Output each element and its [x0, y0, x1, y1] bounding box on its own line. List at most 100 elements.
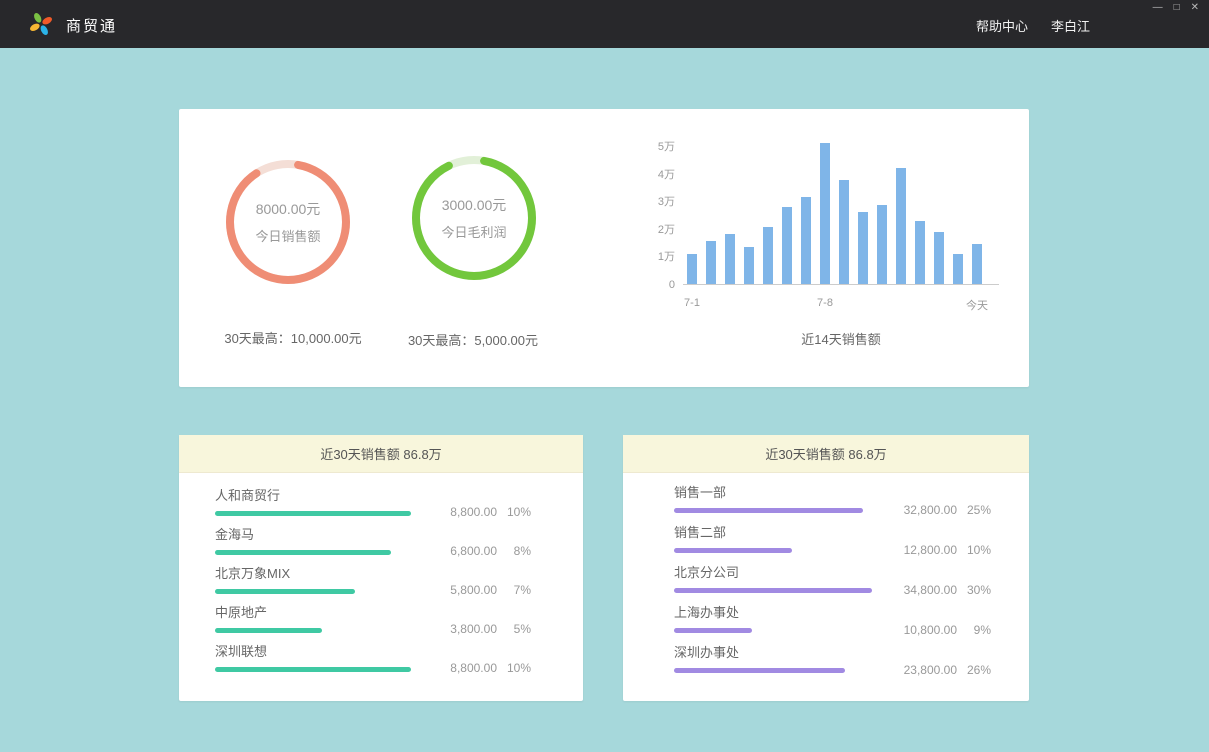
y-tick-label: 4万 — [653, 168, 675, 182]
profit-30day-max: 30天最高：5,000.00元 — [363, 330, 583, 349]
sales-bar — [820, 143, 830, 284]
row-name: 深圳联想 — [215, 644, 531, 660]
y-tick-label: 3万 — [653, 195, 675, 209]
row-percent: 10% — [497, 661, 531, 675]
row-name: 中原地产 — [215, 605, 531, 621]
sales-bar — [782, 207, 792, 284]
sales-row: 深圳办事处 23,800.0026% — [674, 643, 991, 683]
row-amount: 3,800.00 — [417, 622, 497, 636]
row-name: 深圳办事处 — [674, 645, 991, 661]
sales-bar — [744, 247, 754, 284]
window-controls: — □ ✕ — [1153, 2, 1199, 14]
row-bar — [674, 508, 863, 513]
row-name: 北京万象MIX — [215, 566, 531, 582]
today-profit-label: 今日毛利润 — [441, 222, 506, 241]
sales-bar — [858, 212, 868, 284]
row-amount: 12,800.00 — [877, 543, 957, 557]
sales-row: 金海马6,800.008% — [215, 525, 531, 564]
row-percent: 10% — [497, 505, 531, 519]
x-tick-label: 今天 — [966, 297, 988, 313]
row-bar — [674, 628, 752, 633]
row-percent: 5% — [497, 622, 531, 636]
row-bar — [674, 548, 792, 553]
row-bar — [674, 588, 872, 593]
row-amount: 6,800.00 — [417, 544, 497, 558]
sales-row: 中原地产3,800.005% — [215, 603, 531, 642]
row-values: 12,800.0010% — [877, 543, 991, 557]
departments-panel-title: 近30天销售额 86.8万 — [623, 435, 1029, 473]
row-values: 32,800.0025% — [877, 503, 991, 517]
row-amount: 8,800.00 — [417, 661, 497, 675]
row-percent: 30% — [957, 583, 991, 597]
sales-bar — [687, 254, 697, 284]
sales-row: 销售一部 32,800.0025% — [674, 483, 991, 523]
sales-row: 人和商贸行8,800.0010% — [215, 486, 531, 525]
customers-panel-title: 近30天销售额 86.8万 — [179, 435, 583, 473]
titlebar: 商贸通 帮助中心 李白江 — □ ✕ — [0, 0, 1209, 48]
x-tick-label: 7-1 — [684, 297, 700, 309]
row-bar — [215, 589, 355, 594]
sales-bar — [725, 234, 735, 284]
today-profit-value: 3000.00元 — [442, 195, 507, 215]
today-sales-donut: 8000.00元 今日销售额 — [223, 157, 353, 287]
y-tick-label: 1万 — [653, 250, 675, 264]
today-profit-donut: 3000.00元 今日毛利润 — [409, 153, 539, 283]
sales-row: 销售二部 12,800.0010% — [674, 523, 991, 563]
sales-row: 上海办事处 10,800.009% — [674, 603, 991, 643]
row-name: 人和商贸行 — [215, 488, 531, 504]
sales-bar — [801, 197, 811, 284]
x-tick-label: 7-8 — [817, 297, 833, 309]
row-values: 5,800.007% — [417, 583, 531, 597]
row-bar — [215, 628, 322, 633]
customers-panel: 近30天销售额 86.8万 人和商贸行8,800.0010%金海马6,800.0… — [179, 435, 583, 701]
row-bar — [215, 667, 411, 672]
row-name: 金海马 — [215, 527, 531, 543]
row-bar — [674, 668, 845, 673]
row-percent: 25% — [957, 503, 991, 517]
row-percent: 9% — [957, 623, 991, 637]
bar-chart-plot — [683, 139, 999, 285]
sales-row: 北京分公司34,800.0030% — [674, 563, 991, 603]
maximize-icon[interactable]: □ — [1174, 2, 1180, 14]
row-percent: 10% — [957, 543, 991, 557]
sales-bar — [972, 244, 982, 284]
row-amount: 10,800.00 — [877, 623, 957, 637]
sales-row: 深圳联想8,800.0010% — [215, 642, 531, 681]
row-bar — [215, 511, 411, 516]
close-icon[interactable]: ✕ — [1191, 2, 1199, 14]
departments-list: 销售一部 32,800.0025% 销售二部 12,800.0010% 北京分公司34,… — [623, 473, 1029, 683]
today-sales-value: 8000.00元 — [256, 199, 321, 219]
y-tick-label: 0 — [653, 278, 675, 292]
row-values: 3,800.005% — [417, 622, 531, 636]
row-values: 34,800.0030% — [877, 583, 991, 597]
row-amount: 8,800.00 — [417, 505, 497, 519]
row-values: 23,800.0026% — [877, 663, 991, 677]
minimize-icon[interactable]: — — [1153, 2, 1163, 14]
today-sales-label: 今日销售额 — [255, 226, 320, 245]
row-values: 8,800.0010% — [417, 661, 531, 675]
row-values: 10,800.009% — [877, 623, 991, 637]
row-name: 上海办事处 — [674, 605, 991, 621]
y-tick-label: 2万 — [653, 223, 675, 237]
row-values: 8,800.0010% — [417, 505, 531, 519]
sales-14day-chart: 5万4万3万2万1万0 7-17-8今天 近14天销售额 — [653, 139, 1005, 351]
row-amount: 5,800.00 — [417, 583, 497, 597]
sales-bar — [877, 205, 887, 284]
user-menu[interactable]: 李白江 — [1051, 16, 1090, 35]
row-amount: 23,800.00 — [877, 663, 957, 677]
customers-list: 人和商贸行8,800.0010%金海马6,800.008%北京万象MIX5,80… — [179, 473, 583, 681]
help-center-link[interactable]: 帮助中心 — [976, 16, 1028, 35]
row-name: 销售二部 — [674, 525, 991, 541]
row-name: 销售一部 — [674, 485, 991, 501]
sales-bar — [915, 221, 925, 284]
sales-bar — [763, 227, 773, 284]
sales-bar — [896, 168, 906, 284]
sales-bar — [953, 254, 963, 284]
sales-bar — [934, 232, 944, 284]
sales-row: 北京万象MIX5,800.007% — [215, 564, 531, 603]
row-percent: 26% — [957, 663, 991, 677]
y-tick-label: 5万 — [653, 140, 675, 154]
app-logo-icon — [28, 11, 54, 37]
sales-bar — [706, 241, 716, 284]
row-bar — [215, 550, 391, 555]
